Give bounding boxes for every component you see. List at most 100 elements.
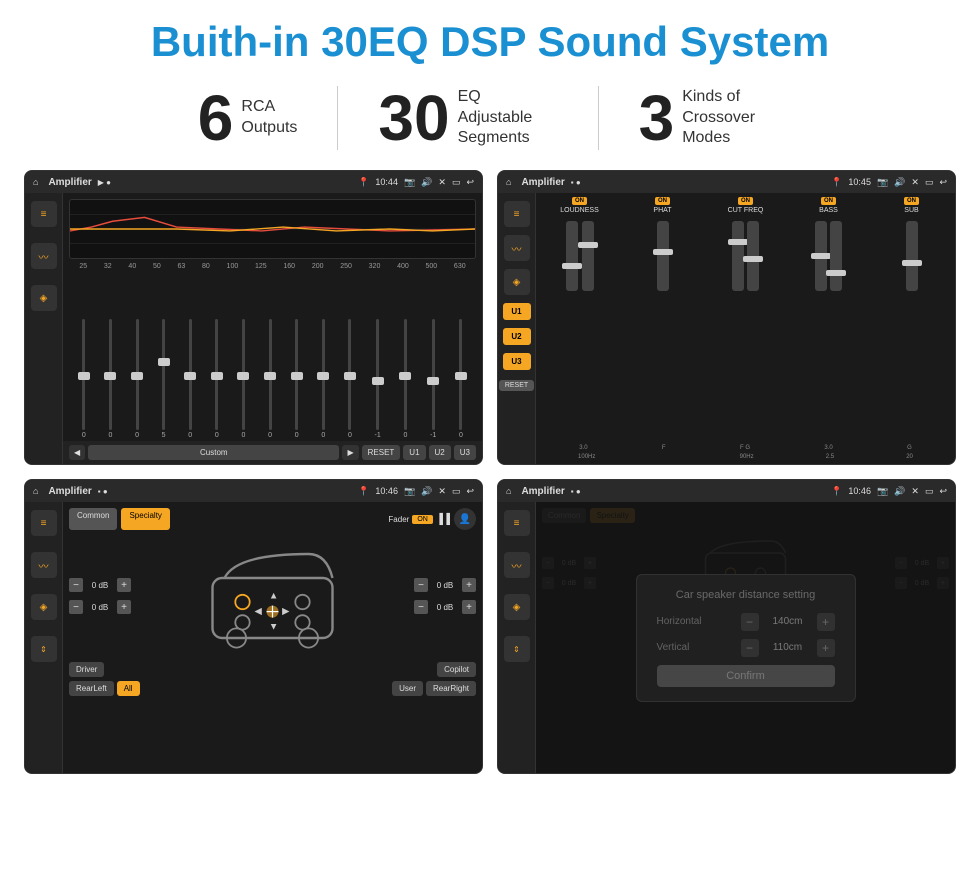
eq-u3-btn[interactable]: U3 bbox=[454, 445, 476, 460]
horizontal-value: 140cm bbox=[763, 616, 813, 627]
btn-all[interactable]: All bbox=[117, 681, 140, 696]
horizontal-minus-btn[interactable]: − bbox=[741, 613, 759, 631]
xover-ctrl-2[interactable]: 〰 bbox=[504, 235, 530, 261]
loudness-on[interactable]: ON bbox=[572, 197, 587, 205]
xover-home-icon[interactable]: ⌂ bbox=[506, 177, 511, 187]
eq-slider-12[interactable]: 0 bbox=[403, 319, 407, 439]
phat-on[interactable]: ON bbox=[655, 197, 670, 205]
btn-copilot[interactable]: Copilot bbox=[437, 662, 476, 677]
db-minus-bl[interactable]: − bbox=[69, 600, 83, 614]
dist-screen-body: ≡ 〰 ◈ ⇕ Common Specialty − 0 bbox=[498, 502, 955, 773]
db-plus-br[interactable]: + bbox=[462, 600, 476, 614]
rca-text: RCAOutputs bbox=[241, 97, 297, 139]
db-minus-tr[interactable]: − bbox=[414, 578, 428, 592]
eq-ctrl-2[interactable]: 〰 bbox=[31, 243, 57, 269]
btn-user[interactable]: User bbox=[392, 681, 423, 696]
xover-reset-btn[interactable]: RESET bbox=[499, 380, 534, 391]
dist-ctrl-2[interactable]: 〰 bbox=[504, 552, 530, 578]
eq-slider-3[interactable]: 5 bbox=[162, 319, 166, 439]
horizontal-plus-btn[interactable]: + bbox=[817, 613, 835, 631]
vertical-minus-btn[interactable]: − bbox=[741, 639, 759, 657]
fader-ctrl-3[interactable]: ◈ bbox=[31, 594, 57, 620]
play-icon[interactable]: ▶ ● bbox=[98, 178, 111, 187]
xover-u2-btn[interactable]: U2 bbox=[503, 328, 531, 345]
xover-back-icon[interactable]: ↩ bbox=[939, 177, 947, 188]
eq-slider-7[interactable]: 0 bbox=[268, 319, 272, 439]
eq-u1-btn[interactable]: U1 bbox=[403, 445, 425, 460]
eq-prev-btn[interactable]: ◀ bbox=[69, 445, 85, 460]
db-ctrl-tl: − 0 dB + bbox=[69, 578, 131, 592]
dist-home-icon[interactable]: ⌂ bbox=[506, 486, 511, 496]
xover-u3-btn[interactable]: U3 bbox=[503, 353, 531, 370]
eq-slider-14[interactable]: 0 bbox=[459, 319, 463, 439]
xover-status-bar: ⌂ Amplifier ▪ ● 📍 10:45 📷 🔊 ✕ ▭ ↩ bbox=[498, 171, 955, 193]
window-icon[interactable]: ▭ bbox=[452, 177, 461, 188]
db-plus-tl[interactable]: + bbox=[117, 578, 131, 592]
eq-slider-1[interactable]: 0 bbox=[108, 319, 112, 439]
fader-ctrl-1[interactable]: ≡ bbox=[31, 510, 57, 536]
db-plus-tr[interactable]: + bbox=[462, 578, 476, 592]
db-ctrl-br: − 0 dB + bbox=[414, 600, 476, 614]
eq-slider-2[interactable]: 0 bbox=[135, 319, 139, 439]
fader-window-icon[interactable]: ▭ bbox=[452, 486, 461, 497]
xover-ctrl-3[interactable]: ◈ bbox=[504, 269, 530, 295]
fader-ctrl-4[interactable]: ⇕ bbox=[31, 636, 57, 662]
eq-slider-10[interactable]: 0 bbox=[348, 319, 352, 439]
eq-slider-8[interactable]: 0 bbox=[295, 319, 299, 439]
settings-icon[interactable]: 👤 bbox=[454, 508, 476, 530]
xover-ch-sub: ON SUB bbox=[872, 197, 951, 442]
btn-driver[interactable]: Driver bbox=[69, 662, 104, 677]
home-icon[interactable]: ⌂ bbox=[33, 177, 38, 187]
bass-label: BASS bbox=[819, 207, 838, 214]
dist-ctrl-3[interactable]: ◈ bbox=[504, 594, 530, 620]
eq-slider-0[interactable]: 0 bbox=[82, 319, 86, 439]
camera-icon: 📷 bbox=[404, 177, 415, 188]
tab-common[interactable]: Common bbox=[69, 508, 117, 530]
dist-window-icon[interactable]: ▭ bbox=[925, 486, 934, 497]
eq-ctrl-3[interactable]: ◈ bbox=[31, 285, 57, 311]
db-val-bl: 0 dB bbox=[86, 603, 114, 612]
fader-home-icon[interactable]: ⌂ bbox=[33, 486, 38, 496]
db-plus-bl[interactable]: + bbox=[117, 600, 131, 614]
fader-close-icon[interactable]: ✕ bbox=[438, 486, 446, 497]
eq-ctrl-1[interactable]: ≡ bbox=[31, 201, 57, 227]
fader-on-btn[interactable]: ON bbox=[412, 515, 433, 524]
db-ctrl-bl: − 0 dB + bbox=[69, 600, 131, 614]
eq-slider-4[interactable]: 0 bbox=[188, 319, 192, 439]
close-icon[interactable]: ✕ bbox=[438, 177, 446, 188]
vertical-plus-btn[interactable]: + bbox=[817, 639, 835, 657]
eq-slider-11[interactable]: -1 bbox=[375, 319, 381, 439]
dist-dots: ▪ ● bbox=[571, 487, 581, 496]
eq-next-btn[interactable]: ▶ bbox=[342, 445, 358, 460]
btn-rearleft[interactable]: RearLeft bbox=[69, 681, 114, 696]
eq-u2-btn[interactable]: U2 bbox=[429, 445, 451, 460]
xover-u1-btn[interactable]: U1 bbox=[503, 303, 531, 320]
cutfreq-on[interactable]: ON bbox=[738, 197, 753, 205]
fader-back-icon[interactable]: ↩ bbox=[466, 486, 474, 497]
confirm-button[interactable]: Confirm bbox=[657, 665, 835, 687]
db-val-tr: 0 dB bbox=[431, 581, 459, 590]
xover-ctrl-1[interactable]: ≡ bbox=[504, 201, 530, 227]
eq-status-bar: ⌂ Amplifier ▶ ● 📍 10:44 📷 🔊 ✕ ▭ ↩ bbox=[25, 171, 482, 193]
fader-ctrl-2[interactable]: 〰 bbox=[31, 552, 57, 578]
xover-close-icon[interactable]: ✕ bbox=[911, 177, 919, 188]
eq-slider-9[interactable]: 0 bbox=[321, 319, 325, 439]
tab-specialty[interactable]: Specialty bbox=[121, 508, 169, 530]
dist-ctrl-1[interactable]: ≡ bbox=[504, 510, 530, 536]
svg-text:◀: ◀ bbox=[255, 606, 263, 617]
xover-window-icon[interactable]: ▭ bbox=[925, 177, 934, 188]
sub-on[interactable]: ON bbox=[904, 197, 919, 205]
eq-slider-5[interactable]: 0 bbox=[215, 319, 219, 439]
dist-close-icon[interactable]: ✕ bbox=[911, 486, 919, 497]
btn-rearright[interactable]: RearRight bbox=[426, 681, 476, 696]
back-icon[interactable]: ↩ bbox=[466, 177, 474, 188]
fader-location-icon: 📍 bbox=[358, 486, 369, 497]
db-minus-tl[interactable]: − bbox=[69, 578, 83, 592]
db-minus-br[interactable]: − bbox=[414, 600, 428, 614]
dist-back-icon[interactable]: ↩ bbox=[939, 486, 947, 497]
eq-slider-6[interactable]: 0 bbox=[242, 319, 246, 439]
bass-on[interactable]: ON bbox=[821, 197, 836, 205]
dist-ctrl-4[interactable]: ⇕ bbox=[504, 636, 530, 662]
eq-reset-btn[interactable]: RESET bbox=[362, 445, 401, 460]
eq-slider-13[interactable]: -1 bbox=[430, 319, 436, 439]
